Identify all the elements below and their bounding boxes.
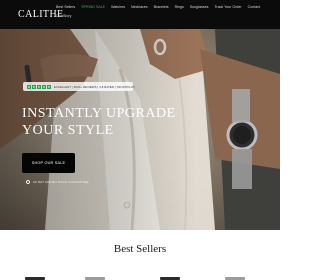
star-icon: ★ [32,84,36,89]
nav-best-sellers[interactable]: Best Sellers [56,4,75,10]
star-icon: ★ [37,84,41,89]
shop-sale-button[interactable]: SHOP OUR SALE [22,153,75,173]
hero-title-line-1: INSTANTLY UPGRADE [22,106,176,121]
best-sellers-title: Best Sellers [113,243,167,255]
hero-title: INSTANTLY UPGRADE YOUR STYLE [22,105,192,139]
star-icon: ★ [47,84,51,89]
guarantee-text: 30 DAY MONEY BACK GUARANTEE [33,180,89,184]
best-sellers-products [0,273,280,280]
nav-track-order[interactable]: Track Your Order [214,4,241,10]
nav-watches[interactable]: Watches [111,4,125,10]
star-icon: ★ [42,84,46,89]
location-pin-icon [26,180,30,184]
main-nav: Best Sellers SPRING SALE Watches Necklac… [56,4,278,19]
hero-banner: ★ ★ ★ ★ ★ EXCELLENT | 5000+ REVIEWS | 4.… [0,29,280,230]
nav-bracelets[interactable]: Bracelets [154,4,169,10]
rating-stars: ★ ★ ★ ★ ★ [27,84,51,89]
star-icon: ★ [27,84,31,89]
nav-our-story[interactable]: Our Story [56,13,71,19]
rating-text: EXCELLENT | 5000+ REVIEWS | 4.8 RATED | … [54,84,135,89]
nav-contact[interactable]: Contact [248,4,260,10]
guarantee-note: 30 DAY MONEY BACK GUARANTEE [26,180,89,184]
nav-rings[interactable]: Rings [175,4,184,10]
nav-sunglasses[interactable]: Sunglasses [190,4,209,10]
hero-title-line-2: YOUR STYLE [22,123,114,138]
nav-spring-sale[interactable]: SPRING SALE [81,4,105,10]
site-header: CALITHE Best Sellers SPRING SALE Watches… [0,0,280,29]
nav-necklaces[interactable]: Necklaces [131,4,148,10]
trustpilot-rating-badge[interactable]: ★ ★ ★ ★ ★ EXCELLENT | 5000+ REVIEWS | 4.… [23,82,135,91]
